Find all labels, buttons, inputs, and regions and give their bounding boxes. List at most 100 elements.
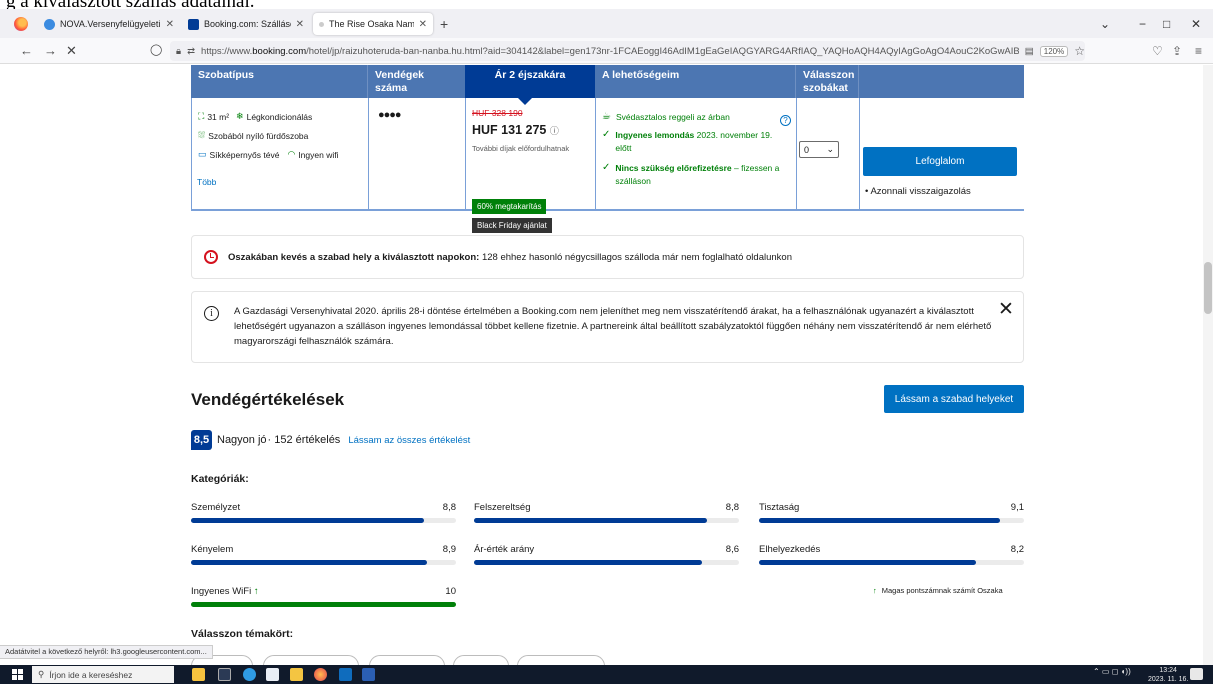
back-arrow-icon[interactable]: ← bbox=[20, 43, 33, 58]
store-app-icon[interactable] bbox=[192, 668, 205, 681]
menu-icon[interactable]: ≡ bbox=[1195, 44, 1202, 58]
all-reviews-link[interactable]: Lássam az összes értékelést bbox=[348, 435, 470, 446]
zoom-level[interactable]: 120% bbox=[1039, 45, 1069, 57]
reader-view-icon[interactable]: ▤ bbox=[1025, 46, 1034, 57]
category-value: 10 bbox=[445, 586, 456, 597]
topics-title: Válasszon témakört: bbox=[191, 628, 294, 640]
deal-badge: Black Friday ajánlat bbox=[472, 218, 552, 233]
lock-icon[interactable]: 🔒︎ bbox=[176, 46, 181, 57]
original-price: HUF 328 190 bbox=[472, 108, 523, 118]
edge-icon[interactable] bbox=[243, 668, 256, 681]
topic-pill[interactable] bbox=[263, 655, 359, 665]
category-label: Kényelem bbox=[191, 544, 234, 555]
category-bar-fill bbox=[191, 560, 427, 565]
scarcity-text: Oszakában kevés a szabad hely a kiválasz… bbox=[228, 251, 792, 263]
new-tab-button[interactable]: + bbox=[440, 16, 448, 32]
category-value-for-money: Ár-érték arány 8,6 bbox=[474, 544, 739, 568]
header-price[interactable]: Ár 2 éjszakára bbox=[465, 65, 595, 98]
column-separator bbox=[465, 98, 466, 209]
tab-hotel[interactable]: The Rise Osaka Namba, Oszaka ✕ bbox=[313, 13, 433, 35]
header-separator bbox=[858, 65, 859, 98]
see-availability-button[interactable]: Lássam a szabad helyeket bbox=[884, 385, 1024, 413]
share-icon[interactable]: ⇪ bbox=[1172, 44, 1182, 58]
price-info-icon[interactable]: ⓘ bbox=[550, 126, 559, 136]
room-table-header: Szobatípus Vendégek száma Ár 2 éjszakára… bbox=[191, 65, 1024, 98]
category-bar-fill bbox=[191, 518, 425, 523]
topic-pill[interactable] bbox=[369, 655, 445, 665]
price-value: HUF 131 275 bbox=[472, 123, 547, 137]
category-bar bbox=[474, 518, 739, 523]
close-tab-icon[interactable]: ✕ bbox=[419, 19, 427, 30]
system-tray-icons[interactable]: ⌃ ▭ ◻ ◖)) bbox=[1093, 667, 1131, 676]
address-bar[interactable]: 🔒︎ ⇄ https://www.booking.com/hotel/jp/ra… bbox=[170, 41, 1085, 61]
option-breakfast: ☕︎ Svédasztalos reggeli az árban bbox=[602, 111, 730, 124]
header-room-type: Szobatípus bbox=[198, 69, 255, 81]
tab-dot-icon bbox=[319, 21, 324, 27]
topic-pill[interactable] bbox=[517, 655, 605, 665]
windows-start-icon[interactable] bbox=[12, 669, 23, 680]
discounted-price: HUF 131 275 ⓘ bbox=[472, 123, 559, 137]
shield-icon[interactable]: ◯ bbox=[150, 43, 162, 56]
category-bar-fill bbox=[474, 560, 702, 565]
room-quantity-select[interactable]: 0 ⌄ bbox=[799, 141, 839, 158]
mail-icon[interactable] bbox=[266, 668, 279, 681]
checkmark-icon: ✓ bbox=[602, 129, 611, 140]
review-score-word: Nagyon jó bbox=[217, 434, 267, 446]
screen: g a kiválasztott szállás adatainál. NOVA… bbox=[0, 0, 1213, 684]
high-score-text: Magas pontszámnak számít Oszaka bbox=[881, 586, 1003, 595]
category-bar bbox=[759, 518, 1024, 523]
tab-booking-search[interactable]: Booking.com: Szállások itt: Oszaka ✕ bbox=[182, 13, 310, 35]
tab-list-chevron-icon[interactable]: ⌄ bbox=[1100, 17, 1110, 31]
room-features-line1: ⛶ 31 m² ❄ Légkondicionálás bbox=[198, 111, 312, 122]
close-tab-icon[interactable]: ✕ bbox=[296, 19, 304, 30]
more-features-link[interactable]: Több bbox=[197, 177, 216, 187]
nova-favicon-icon bbox=[44, 18, 55, 30]
close-window-button[interactable]: ✕ bbox=[1191, 17, 1201, 31]
outlook-icon[interactable] bbox=[339, 668, 352, 681]
bookmark-star-icon[interactable]: ☆ bbox=[1074, 44, 1085, 58]
firefox-taskbar-icon[interactable] bbox=[314, 668, 327, 681]
tab-nova[interactable]: NOVA.Versenyfelügyeleti eljárás ✕ bbox=[38, 13, 180, 35]
room-row: ⛶ 31 m² ❄ Légkondicionálás ⛆ Szobából ny… bbox=[191, 98, 1024, 233]
taskbar-clock[interactable]: 13:24 2023. 11. 16. bbox=[1148, 666, 1188, 684]
topic-pill[interactable] bbox=[453, 655, 509, 665]
maximize-button[interactable]: □ bbox=[1163, 17, 1170, 31]
category-bar bbox=[191, 560, 456, 565]
word-icon[interactable] bbox=[362, 668, 375, 681]
file-explorer-icon[interactable] bbox=[290, 668, 303, 681]
category-label: Személyzet bbox=[191, 502, 241, 513]
scarcity-notice: Oszakában kevés a szabad hely a kiválasz… bbox=[191, 235, 1024, 279]
firefox-logo-icon[interactable] bbox=[14, 17, 28, 31]
category-label: Elhelyezkedés bbox=[759, 544, 821, 555]
notification-center-icon[interactable] bbox=[1190, 668, 1203, 680]
search-placeholder: Írjon ide a kereséshez bbox=[49, 669, 133, 680]
stop-loading-icon[interactable]: ✕ bbox=[66, 43, 77, 59]
extra-costs-note: További díjak előfordulhatnak bbox=[472, 144, 570, 153]
book-button[interactable]: Lefoglalom bbox=[863, 147, 1017, 176]
column-separator bbox=[796, 98, 797, 209]
review-score-summary: 8,5 Nagyon jó · 152 értékelés Lássam az … bbox=[191, 430, 470, 450]
scrollbar-thumb[interactable] bbox=[1204, 262, 1212, 314]
category-free-wifi: Ingyenes WiFi ↑ 10 bbox=[191, 586, 456, 610]
close-tab-icon[interactable]: ✕ bbox=[166, 19, 174, 30]
close-notice-icon[interactable]: ✕ bbox=[998, 300, 1014, 319]
help-question-icon[interactable]: ? bbox=[780, 115, 791, 126]
review-count: · 152 értékelés bbox=[267, 434, 341, 446]
permissions-icon[interactable]: ⇄ bbox=[187, 46, 195, 57]
category-facilities: Felszereltség 8,8 bbox=[474, 502, 739, 526]
forward-arrow-icon[interactable]: → bbox=[44, 43, 57, 58]
page-scrollbar[interactable] bbox=[1203, 65, 1213, 665]
category-bar-fill bbox=[759, 518, 1001, 523]
option-text: Ingyenes lemondás 2023. november 19. elő… bbox=[615, 130, 773, 153]
column-separator bbox=[595, 98, 596, 209]
coffee-cup-icon: ☕︎ bbox=[602, 111, 611, 122]
category-label: Ár-érték arány bbox=[474, 544, 535, 555]
pocket-icon[interactable]: ♡ bbox=[1152, 44, 1163, 58]
option-no-prepay: ✓ Nincs szükség előrefizetésre – fizesse… bbox=[602, 162, 790, 188]
room-table: Szobatípus Vendégek száma Ár 2 éjszakára… bbox=[191, 65, 1024, 233]
minimize-button[interactable]: − bbox=[1139, 17, 1146, 31]
room-size-icon: ⛶ bbox=[198, 111, 205, 121]
taskbar-search[interactable]: ⚲ Írjon ide a kereséshez bbox=[32, 666, 174, 683]
task-view-icon[interactable] bbox=[218, 668, 231, 681]
tv-icon: ▭ bbox=[198, 149, 207, 159]
